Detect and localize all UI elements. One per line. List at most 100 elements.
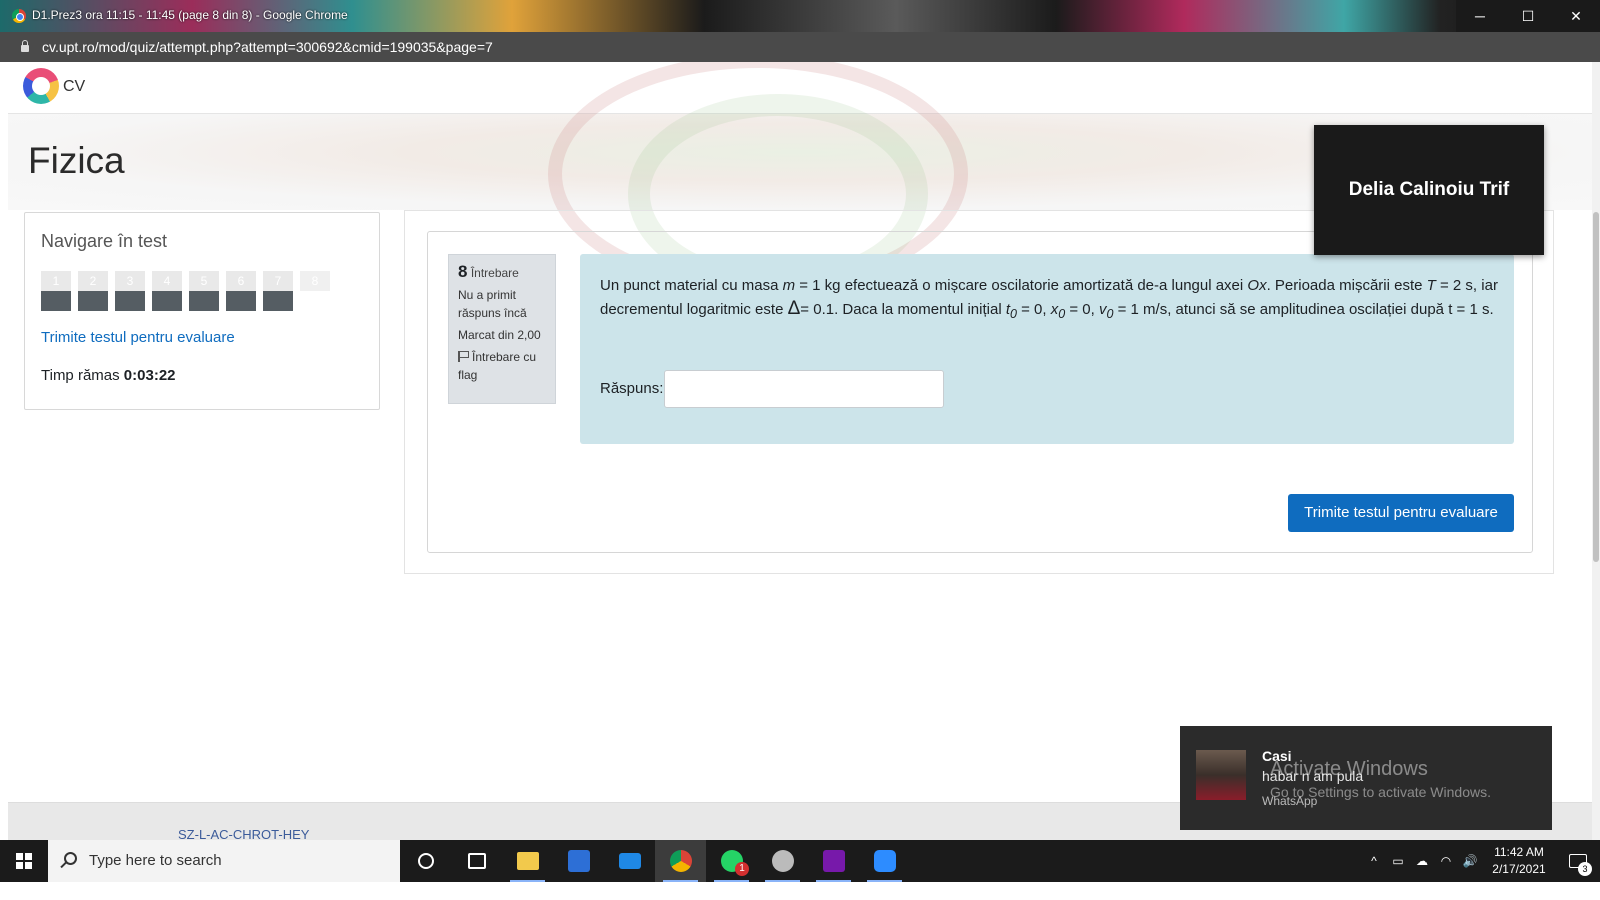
windows-logo-icon	[16, 853, 32, 869]
search-placeholder: Type here to search	[89, 852, 222, 869]
question-marks: Marcat din 2,00	[458, 328, 541, 342]
question-nav-button[interactable]: 6	[226, 271, 256, 311]
question-nav-number: 7	[263, 271, 293, 291]
question-nav-button[interactable]: 7	[263, 271, 293, 311]
taskbar-store[interactable]	[553, 840, 604, 882]
answered-indicator	[189, 291, 219, 311]
question-nav-button[interactable]: 3	[115, 271, 145, 311]
answered-indicator	[263, 291, 293, 311]
taskbar-file-explorer[interactable]	[502, 840, 553, 882]
time-remaining-label: Timp rămas	[41, 367, 120, 384]
taskbar-search[interactable]: Type here to search	[48, 840, 400, 882]
onedrive-icon[interactable]: ☁	[1410, 854, 1434, 868]
search-icon	[64, 852, 77, 865]
question-text-subscript: 0	[1010, 307, 1017, 321]
system-tray: ^ ▭ ☁ ◠ 🔊 11:42 AM 2/17/2021 3	[1362, 840, 1600, 882]
submit-quiz-link[interactable]: Trimite testul pentru evaluare	[41, 329, 235, 346]
chrome-icon	[669, 850, 692, 872]
unanswered-indicator	[300, 291, 330, 311]
site-logo-text[interactable]: CV	[63, 78, 85, 96]
question-text-var: m	[782, 277, 796, 294]
question-status: Nu a primit răspuns încă	[458, 288, 527, 320]
window-title: D1.Prez3 ora 11:15 - 11:45 (page 8 din 8…	[32, 8, 348, 22]
activation-watermark-subtitle: Go to Settings to activate Windows.	[1270, 784, 1491, 800]
time-remaining-value: 0:03:22	[123, 367, 176, 384]
close-button[interactable]: ✕	[1552, 0, 1600, 32]
activation-watermark-title: Activate Windows	[1270, 758, 1428, 780]
question-nav-button[interactable]: 1	[41, 271, 71, 311]
question-nav-button[interactable]: 5	[189, 271, 219, 311]
question-content: Un punct material cu masa m = 1 kg efect…	[580, 254, 1514, 444]
action-center-button[interactable]: 3	[1556, 840, 1600, 882]
question-text-var: T	[1426, 277, 1436, 294]
url-text[interactable]: cv.upt.ro/mod/quiz/attempt.php?attempt=3…	[42, 39, 493, 55]
cortana-icon	[417, 853, 434, 869]
participant-name: Delia Calinoiu Trif	[1348, 179, 1510, 200]
submit-quiz-button[interactable]: Trimite testul pentru evaluare	[1288, 494, 1514, 532]
battery-icon[interactable]: ▭	[1386, 854, 1410, 868]
answer-input[interactable]	[664, 370, 944, 408]
time-remaining: Timp rămas 0:03:22	[41, 367, 176, 384]
taskbar-app[interactable]	[757, 840, 808, 882]
question-text-delta: Δ	[787, 298, 801, 319]
onenote-icon	[822, 850, 845, 872]
taskbar-cortana[interactable]	[400, 840, 451, 882]
question-text-segment: = 0,	[1016, 301, 1051, 318]
scrollbar-thumb[interactable]	[1593, 212, 1599, 562]
notification-toast[interactable]: Casi habar n am pula WhatsApp Activate W…	[1180, 726, 1552, 830]
question-nav-button-current[interactable]: 8	[300, 271, 330, 311]
notification-count: 3	[1578, 862, 1592, 876]
question-nav-number: 2	[78, 271, 108, 291]
taskbar-apps: 1	[400, 840, 910, 882]
clock-date: 2/17/2021	[1492, 862, 1546, 876]
flag-question-toggle[interactable]: Întrebare cu flag	[458, 348, 546, 384]
question-nav-number: 3	[115, 271, 145, 291]
answered-indicator	[41, 291, 71, 311]
question-text-segment: = 1 kg efectuează o mișcare oscilatorie …	[795, 277, 1248, 294]
volume-icon[interactable]: 🔊	[1458, 854, 1482, 868]
answered-indicator	[226, 291, 256, 311]
flag-question-label: Întrebare cu flag	[458, 350, 537, 382]
address-bar[interactable]: cv.upt.ro/mod/quiz/attempt.php?attempt=3…	[0, 32, 1600, 62]
question-nav-button[interactable]: 4	[152, 271, 182, 311]
show-hidden-icons-icon[interactable]: ^	[1362, 854, 1386, 868]
question-nav-number: 5	[189, 271, 219, 291]
question-info: 8 Întrebare Nu a primit răspuns încă Mar…	[448, 254, 556, 404]
clock[interactable]: 11:42 AM 2/17/2021	[1482, 844, 1556, 878]
answered-indicator	[152, 291, 182, 311]
question-nav-button[interactable]: 2	[78, 271, 108, 311]
window-controls: ─ ☐ ✕	[1456, 0, 1600, 32]
start-button[interactable]	[0, 840, 48, 882]
whatsapp-badge: 1	[735, 862, 749, 876]
minimize-button[interactable]: ─	[1456, 0, 1504, 32]
taskbar-zoom[interactable]	[859, 840, 910, 882]
question-buttons: 1 2 3 4 5 6 7 8	[41, 271, 330, 311]
taskbar: Type here to search 1 ^ ▭ ☁ ◠ 🔊 11:42 AM…	[0, 840, 1600, 882]
wifi-icon[interactable]: ◠	[1434, 854, 1458, 868]
taskbar-onenote[interactable]	[808, 840, 859, 882]
chrome-icon	[12, 9, 26, 23]
clock-time: 11:42 AM	[1494, 845, 1544, 859]
window-titlebar: D1.Prez3 ora 11:15 - 11:45 (page 8 din 8…	[0, 0, 1600, 32]
question-nav-number: 8	[300, 271, 330, 291]
page-scrollbar[interactable]	[1592, 62, 1600, 852]
task-view-icon	[467, 853, 486, 869]
answer-label: Răspuns:	[600, 380, 664, 397]
flag-icon	[458, 351, 469, 362]
question-text-segment: Un punct material cu masa	[600, 277, 783, 294]
question-card: 8 Întrebare Nu a primit răspuns încă Mar…	[427, 231, 1533, 553]
taskbar-task-view[interactable]	[451, 840, 502, 882]
video-participant-tile[interactable]: Delia Calinoiu Trif	[1314, 125, 1544, 255]
quiz-navigation-block: Navigare în test 1 2 3 4 5 6 7 8 Trimite…	[24, 212, 380, 410]
question-nav-number: 6	[226, 271, 256, 291]
question-text-segment: = 1 m/s, atunci să se amplitudinea oscil…	[1113, 301, 1494, 318]
maximize-button[interactable]: ☐	[1504, 0, 1552, 32]
cv-logo-icon[interactable]	[23, 68, 59, 104]
taskbar-whatsapp[interactable]: 1	[706, 840, 757, 882]
question-nav-number: 1	[41, 271, 71, 291]
taskbar-mail[interactable]	[604, 840, 655, 882]
store-icon	[567, 850, 590, 872]
taskbar-chrome[interactable]	[655, 840, 706, 882]
question-text-segment: . Perioada mișcării este	[1266, 277, 1427, 294]
question-nav-number: 4	[152, 271, 182, 291]
